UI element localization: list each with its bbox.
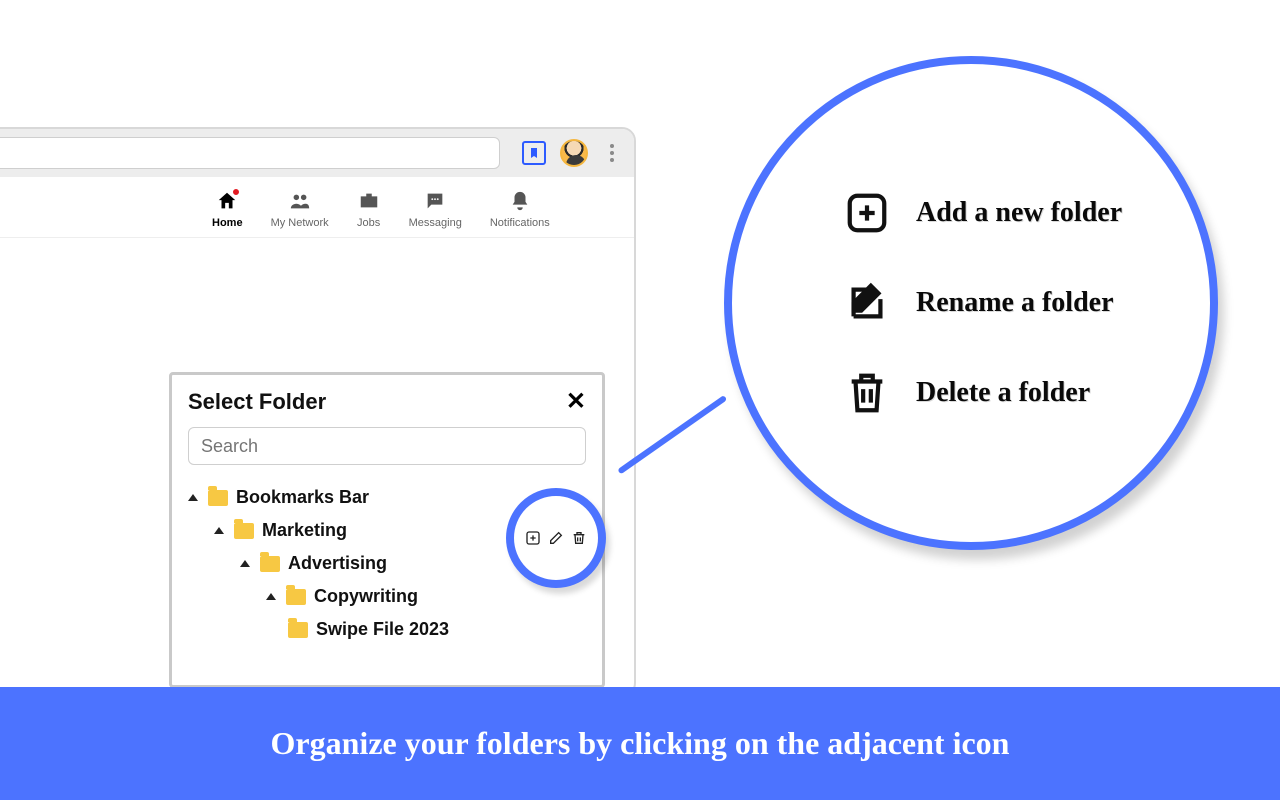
tree-row-swipe[interactable]: Swipe File 2023	[188, 613, 586, 646]
nav-home[interactable]: Home	[212, 189, 243, 229]
folder-icon	[286, 589, 306, 605]
action-icons-callout	[506, 488, 606, 588]
folder-icon	[260, 556, 280, 572]
folder-search-input[interactable]	[188, 427, 586, 465]
nav-label: Home	[212, 217, 243, 229]
nav-jobs[interactable]: Jobs	[357, 189, 381, 229]
legend-rename: Rename a folder	[842, 278, 1210, 328]
caret-icon[interactable]	[214, 527, 224, 534]
notification-dot	[231, 187, 241, 197]
caret-icon[interactable]	[240, 560, 250, 567]
folder-label: Copywriting	[314, 586, 418, 607]
banner-text: Organize your folders by clicking on the…	[271, 725, 1010, 762]
home-icon	[215, 189, 239, 213]
folder-label: Swipe File 2023	[316, 619, 449, 640]
nav-messaging[interactable]: Messaging	[409, 189, 462, 229]
trash-icon	[842, 368, 892, 418]
caret-icon[interactable]	[266, 593, 276, 600]
bookmark-extension-icon[interactable]	[522, 141, 546, 165]
instruction-banner: Organize your folders by clicking on the…	[0, 687, 1280, 800]
tree-row-copywriting[interactable]: Copywriting	[188, 580, 586, 613]
bell-icon	[508, 189, 532, 213]
legend-delete: Delete a folder	[842, 368, 1210, 418]
popup-title: Select Folder	[188, 389, 326, 415]
profile-avatar[interactable]	[560, 139, 588, 167]
legend-circle: Add a new folder Rename a folder Delete …	[724, 56, 1218, 550]
plus-square-icon	[842, 188, 892, 238]
legend-add: Add a new folder	[842, 188, 1210, 238]
caret-icon[interactable]	[188, 494, 198, 501]
folder-icon	[234, 523, 254, 539]
browser-toolbar	[0, 129, 634, 177]
folder-label: Bookmarks Bar	[236, 487, 369, 508]
legend-label: Delete a folder	[916, 377, 1090, 409]
people-icon	[288, 189, 312, 213]
folder-label: Advertising	[288, 553, 387, 574]
nav-label: Notifications	[490, 217, 550, 229]
folder-icon	[288, 622, 308, 638]
delete-folder-icon	[571, 530, 587, 546]
rename-folder-icon	[548, 530, 564, 546]
pencil-square-icon	[842, 278, 892, 328]
legend-label: Rename a folder	[916, 287, 1114, 319]
nav-label: Messaging	[409, 217, 462, 229]
add-folder-icon	[525, 530, 541, 546]
folder-label: Marketing	[262, 520, 347, 541]
site-top-nav: Home My Network Jobs Messaging Notificat…	[0, 177, 634, 238]
chat-icon	[423, 189, 447, 213]
briefcase-icon	[357, 189, 381, 213]
address-bar[interactable]	[0, 137, 500, 169]
legend-label: Add a new folder	[916, 197, 1122, 229]
nav-network[interactable]: My Network	[271, 189, 329, 229]
close-icon[interactable]: ✕	[566, 390, 586, 414]
browser-menu-icon[interactable]	[602, 144, 622, 162]
nav-notifications[interactable]: Notifications	[490, 189, 550, 229]
nav-label: My Network	[271, 217, 329, 229]
nav-label: Jobs	[357, 217, 380, 229]
folder-icon	[208, 490, 228, 506]
